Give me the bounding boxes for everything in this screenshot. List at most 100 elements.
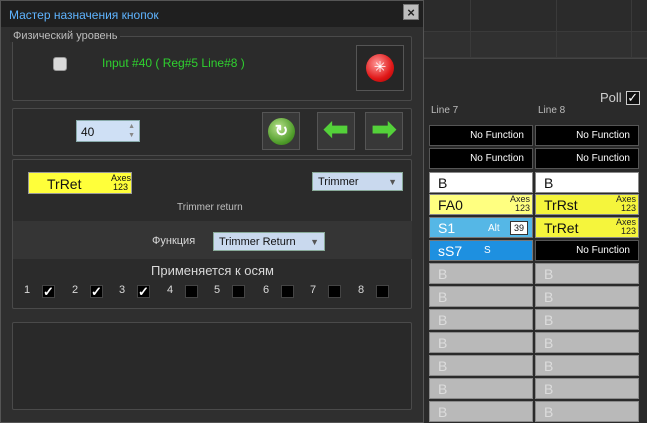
function-select[interactable]: Trimmer Return ▼ [213, 232, 325, 251]
cell-label: TrRst [544, 197, 578, 213]
type-select[interactable]: Trimmer ▼ [312, 172, 403, 191]
stop-icon: ✳ [366, 54, 394, 82]
spin-down-icon[interactable]: ▼ [128, 132, 135, 139]
line-cell[interactable]: B [535, 401, 639, 422]
line-cell[interactable]: B [535, 263, 639, 284]
poll-label: Poll [600, 90, 622, 105]
cell-label: B [544, 175, 554, 191]
cell-label: B [544, 381, 554, 397]
cell-label: B [438, 312, 448, 328]
cell-label: No Function [576, 245, 630, 256]
line-cell[interactable]: B [429, 355, 533, 376]
cell-number: 39 [510, 221, 528, 235]
line-cell[interactable]: No Function [429, 125, 533, 146]
refresh-icon: ↻ [268, 118, 295, 145]
cell-label: No Function [576, 153, 630, 164]
line-cell[interactable]: TrRst Axes 123 [535, 194, 639, 215]
reset-button[interactable]: ✳ [356, 45, 404, 91]
cell-label: B [544, 266, 554, 282]
line-cell[interactable]: No Function [535, 148, 639, 169]
axis-checkbox[interactable] [376, 285, 389, 298]
chip-main: TrRet [47, 176, 82, 192]
cell-label: B [544, 335, 554, 351]
line-cell[interactable]: B [429, 263, 533, 284]
line-cell[interactable]: B [535, 378, 639, 399]
line-cell[interactable]: No Function [535, 240, 639, 261]
line-cell[interactable]: B [535, 332, 639, 353]
axis-number: 1 [24, 284, 31, 296]
line-cell[interactable]: No Function [535, 125, 639, 146]
type-caption: Trimmer return [177, 202, 243, 213]
refresh-button[interactable]: ↻ [262, 112, 300, 150]
line-cell[interactable]: B [429, 309, 533, 330]
line-cell[interactable]: B [429, 172, 533, 193]
line-cell[interactable]: S1 Alt 39 [429, 217, 533, 238]
cell-axes-nums: 123 [620, 203, 636, 213]
cell-label: B [438, 175, 448, 191]
column-header-line7: Line 7 [431, 105, 459, 116]
axis-number: 8 [358, 284, 365, 296]
axis-checkbox[interactable] [281, 285, 294, 298]
title-bar: Мастер назначения кнопок × [1, 1, 423, 27]
cell-label: B [544, 358, 554, 374]
line-cell[interactable]: FA0 Axes 123 [429, 194, 533, 215]
axis-checkbox[interactable] [328, 285, 341, 298]
axis-number: 3 [119, 284, 126, 296]
type-select-value: Trimmer [318, 176, 359, 188]
poll-checkbox[interactable]: ✓ [625, 90, 640, 105]
cell-alt: Alt [488, 223, 500, 234]
axis-checkbox[interactable]: ✓ [90, 285, 103, 298]
cell-label: B [438, 266, 448, 282]
line-cell[interactable]: B [429, 332, 533, 353]
toolbar-strip [424, 0, 647, 32]
tab-strip [424, 32, 647, 58]
empty-panel [12, 322, 412, 410]
line-cell[interactable]: No Function [429, 148, 533, 169]
cell-label: No Function [470, 153, 524, 164]
line-cell[interactable]: B [429, 286, 533, 307]
toolbar-divider [470, 0, 471, 58]
axis-checkbox[interactable] [185, 285, 198, 298]
cell-label: sS7 [438, 243, 463, 259]
axis-checkbox[interactable] [232, 285, 245, 298]
spin-up-icon[interactable]: ▲ [128, 123, 135, 130]
poll-toggle[interactable]: Poll ✓ [600, 90, 640, 105]
line-cell[interactable]: sS7 S [429, 240, 533, 261]
line-cell[interactable]: B [535, 172, 639, 193]
axis-number: 5 [214, 284, 221, 296]
line-cell[interactable]: B [535, 355, 639, 376]
cell-label: No Function [470, 130, 524, 141]
line-cell[interactable]: B [535, 309, 639, 330]
line-cell[interactable]: TrRet Axes 123 [535, 217, 639, 238]
physical-level-legend: Физический уровень [10, 30, 121, 42]
line-cell[interactable]: B [535, 286, 639, 307]
cell-label: B [544, 404, 554, 420]
axis-checkbox[interactable]: ✓ [42, 285, 55, 298]
axis-checkbox[interactable]: ✓ [137, 285, 150, 298]
prev-button[interactable]: ⬅ [317, 112, 355, 150]
axis-number: 2 [72, 284, 79, 296]
cell-label: B [438, 289, 448, 305]
assignment-chip[interactable]: TrRet Axes 123 [28, 172, 132, 194]
axis-number: 6 [263, 284, 270, 296]
input-number-spinner[interactable]: 40 ▲ ▼ [76, 120, 140, 142]
chevron-down-icon: ▼ [388, 177, 397, 187]
cell-label: FA0 [438, 197, 463, 213]
cell-label: B [438, 358, 448, 374]
function-select-value: Trimmer Return [219, 236, 296, 248]
line-cell[interactable]: B [429, 401, 533, 422]
close-button[interactable]: × [403, 4, 419, 20]
axis-number: 4 [167, 284, 174, 296]
axis-number: 7 [310, 284, 317, 296]
next-button[interactable]: ➡ [365, 112, 403, 150]
input-state-checkbox[interactable] [53, 57, 67, 71]
toolbar-divider [631, 0, 632, 58]
chip-nums: 123 [113, 182, 129, 192]
line-cell[interactable]: B [429, 378, 533, 399]
cell-label: No Function [576, 130, 630, 141]
cell-label: B [544, 289, 554, 305]
column-header-line8: Line 8 [538, 105, 566, 116]
cell-label: B [438, 335, 448, 351]
spinner-value: 40 [81, 125, 95, 139]
cell-label: B [438, 381, 448, 397]
